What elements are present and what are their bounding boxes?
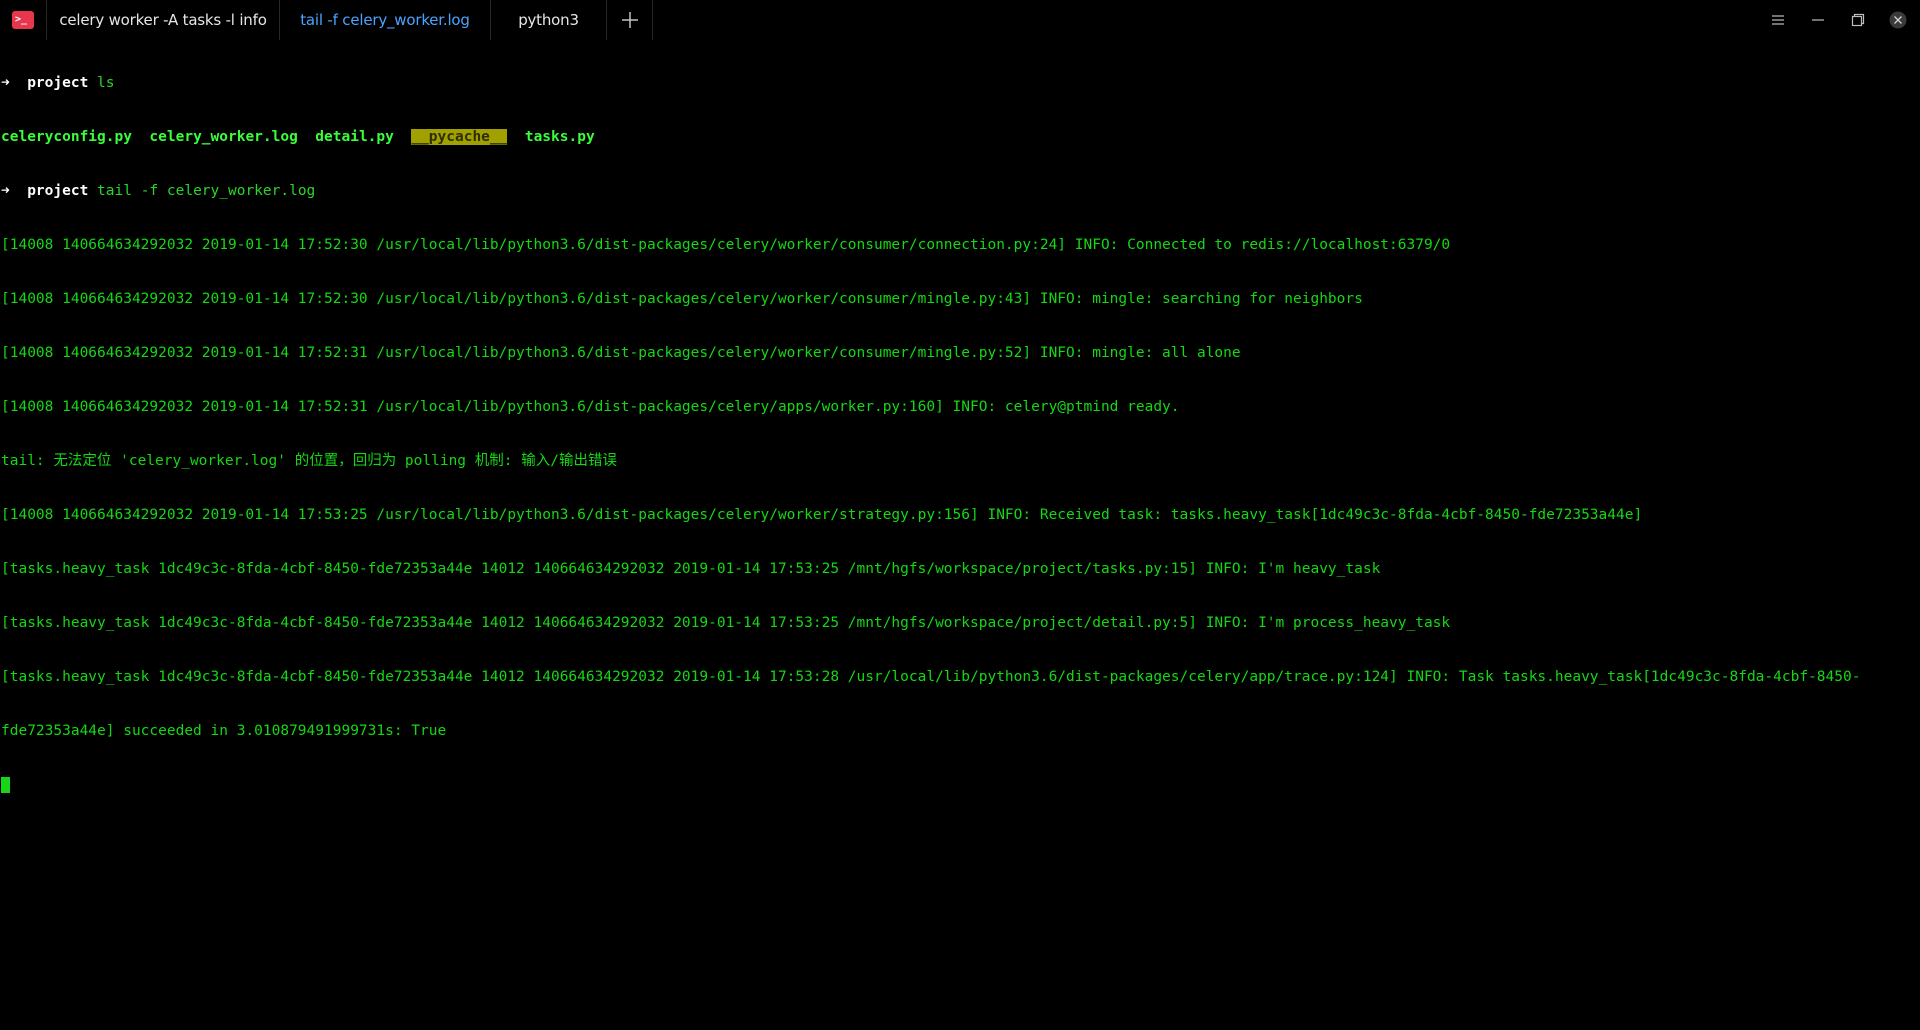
restore-icon[interactable] bbox=[1838, 0, 1878, 40]
title-bar: >_ celery worker -A tasks -l info tail -… bbox=[0, 0, 1920, 40]
title-bar-spacer bbox=[653, 0, 1758, 40]
ls-output-line: celeryconfig.py celery_worker.log detail… bbox=[1, 128, 1919, 146]
tab-label: tail -f celery_worker.log bbox=[300, 11, 470, 29]
log-line: [14008 140664634292032 2019-01-14 17:52:… bbox=[1, 345, 1241, 361]
log-line: [14008 140664634292032 2019-01-14 17:52:… bbox=[1, 399, 1180, 415]
log-line: [14008 140664634292032 2019-01-14 17:53:… bbox=[1, 507, 1643, 523]
cursor-line bbox=[1, 776, 1919, 794]
prompt-command: ls bbox=[97, 75, 115, 91]
ls-item: detail.py bbox=[315, 129, 394, 145]
terminal-output[interactable]: ➜ project ls celeryconfig.py celery_work… bbox=[1, 38, 1919, 812]
prompt-line: ➜ project ls bbox=[1, 74, 1919, 92]
log-line: fde72353a44e] succeeded in 3.01087949199… bbox=[1, 723, 447, 739]
prompt-line: ➜ project tail -f celery_worker.log bbox=[1, 182, 1919, 200]
tab-label: celery worker -A tasks -l info bbox=[59, 11, 267, 29]
log-line: [tasks.heavy_task 1dc49c3c-8fda-4cbf-845… bbox=[1, 561, 1381, 577]
text-cursor bbox=[1, 777, 10, 793]
tab-label: python3 bbox=[518, 11, 579, 29]
hamburger-menu-icon[interactable] bbox=[1758, 0, 1798, 40]
log-line: [tasks.heavy_task 1dc49c3c-8fda-4cbf-845… bbox=[1, 615, 1451, 631]
prompt-arrow: ➜ bbox=[1, 183, 10, 199]
terminal-icon[interactable]: >_ bbox=[0, 0, 46, 40]
log-line: tail: 无法定位 'celery_worker.log' 的位置，回归为 p… bbox=[1, 453, 617, 469]
prompt-command: tail -f celery_worker.log bbox=[97, 183, 316, 199]
plus-icon[interactable] bbox=[607, 0, 653, 40]
prompt-arrow: ➜ bbox=[1, 75, 10, 91]
prompt-directory: project bbox=[27, 75, 89, 91]
prompt-directory: project bbox=[27, 183, 89, 199]
log-line: [tasks.heavy_task 1dc49c3c-8fda-4cbf-845… bbox=[1, 669, 1861, 685]
log-line: [14008 140664634292032 2019-01-14 17:52:… bbox=[1, 237, 1451, 253]
minimize-icon[interactable] bbox=[1798, 0, 1838, 40]
ls-item: celery_worker.log bbox=[149, 129, 298, 145]
tab-celery-worker[interactable]: celery worker -A tasks -l info bbox=[46, 0, 280, 40]
ls-item-directory: __pycache__ bbox=[411, 129, 508, 145]
log-line: [14008 140664634292032 2019-01-14 17:52:… bbox=[1, 291, 1363, 307]
ls-item: tasks.py bbox=[524, 129, 595, 145]
tab-tail-log[interactable]: tail -f celery_worker.log bbox=[280, 0, 491, 40]
tab-python3[interactable]: python3 bbox=[491, 0, 607, 40]
ls-item: celeryconfig.py bbox=[1, 129, 132, 145]
close-icon[interactable] bbox=[1878, 0, 1918, 40]
